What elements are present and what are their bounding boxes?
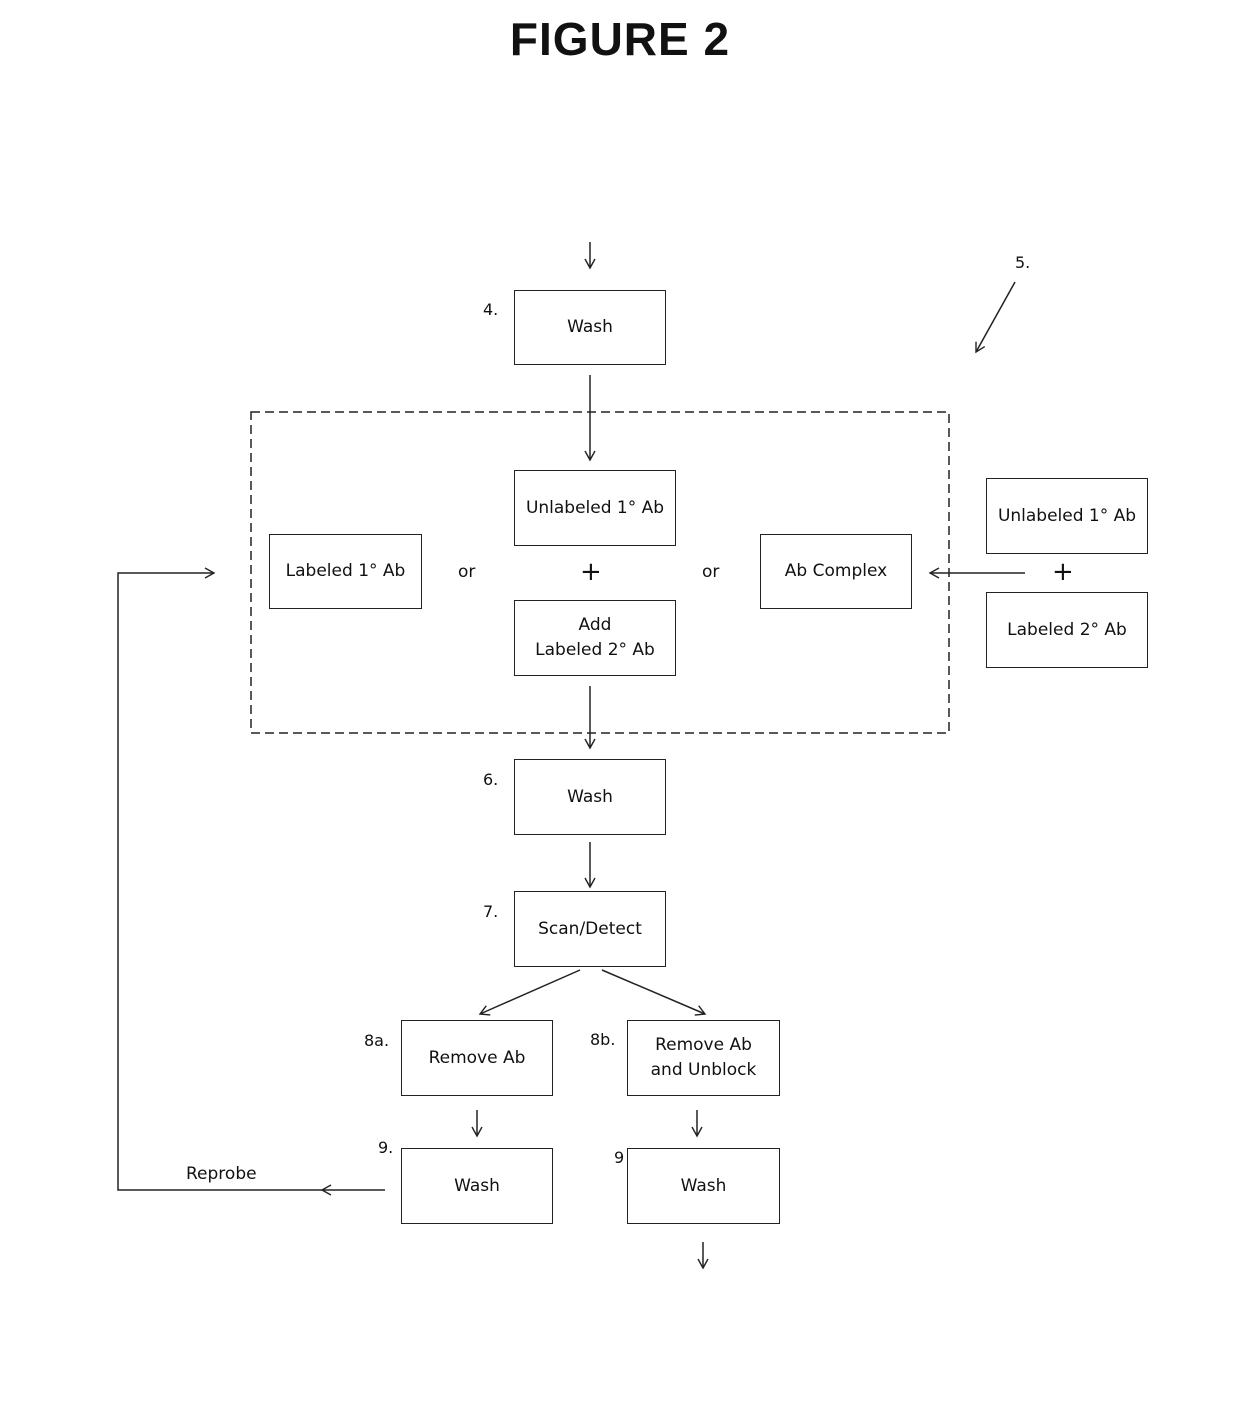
- remove-ab-unblock-step-8b: Remove Ab and Unblock: [627, 1020, 780, 1096]
- reprobe-loop-line: [117, 567, 322, 1191]
- plus-icon-right: +: [1052, 557, 1074, 587]
- add-labeled-secondary-ab-box: Add Labeled 2° Ab: [514, 600, 676, 676]
- or-label-left: or: [458, 562, 476, 582]
- step-number-9b: 9: [614, 1148, 625, 1167]
- labeled-primary-ab-box: Labeled 1° Ab: [269, 534, 422, 609]
- connector-lines: [117, 242, 1025, 1270]
- wash-step-4: Wash: [514, 290, 666, 365]
- wash-step-6: Wash: [514, 759, 666, 835]
- step-number-5: 5.: [1015, 253, 1031, 272]
- arrow-scan-to-8b: [601, 969, 707, 1016]
- step-number-7: 7.: [483, 902, 499, 921]
- scan-detect-step-7: Scan/Detect: [514, 891, 666, 967]
- arrow-scan-to-8a: [478, 969, 581, 1016]
- ab-complex-box: Ab Complex: [760, 534, 912, 609]
- step-number-4: 4.: [483, 300, 499, 319]
- wash-step-9a: Wash: [401, 1148, 553, 1224]
- external-labeled-secondary-ab-box: Labeled 2° Ab: [986, 592, 1148, 668]
- wash-step-9b: Wash: [627, 1148, 780, 1224]
- or-label-right: or: [702, 562, 720, 582]
- external-unlabeled-primary-ab-box: Unlabeled 1° Ab: [986, 478, 1148, 554]
- unlabeled-primary-ab-box: Unlabeled 1° Ab: [514, 470, 676, 546]
- remove-ab-step-8a: Remove Ab: [401, 1020, 553, 1096]
- step-number-6: 6.: [483, 770, 499, 789]
- plus-icon-center: +: [580, 557, 602, 587]
- step-number-9a: 9.: [378, 1138, 394, 1157]
- arrow-step5-pointer: [975, 281, 1016, 354]
- step-number-8a: 8a.: [364, 1031, 390, 1050]
- step-number-8b: 8b.: [590, 1030, 616, 1049]
- reprobe-label: Reprobe: [186, 1164, 257, 1184]
